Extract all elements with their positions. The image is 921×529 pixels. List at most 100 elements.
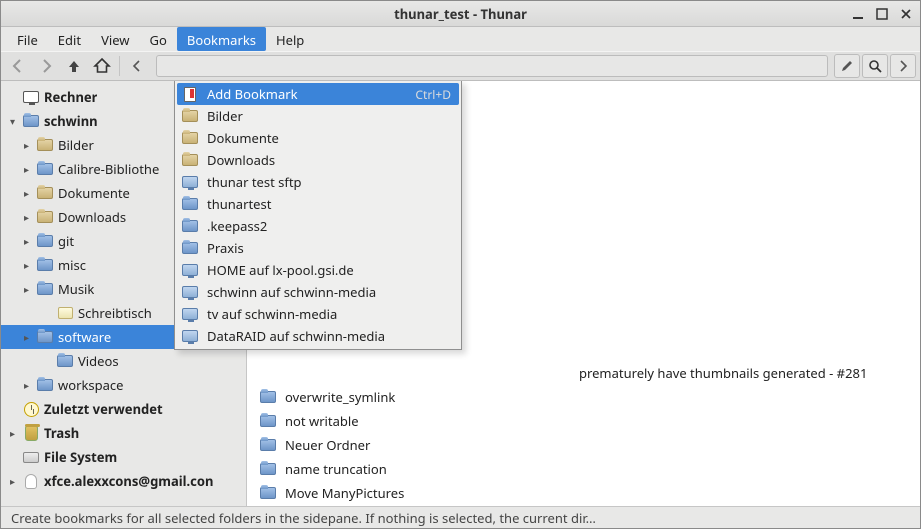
bookmark-menu-item-label: Praxis <box>207 239 451 257</box>
statusbar-text: Create bookmarks for all selected folder… <box>11 509 596 527</box>
go-up-button[interactable] <box>61 54 87 78</box>
file-row[interactable]: name truncation <box>247 457 920 481</box>
search-icon <box>868 59 882 73</box>
bookmark-menu-item[interactable]: Dokumente <box>177 127 459 149</box>
tree-node[interactable]: ▸Zuletzt verwendet <box>1 397 246 421</box>
minimize-button[interactable] <box>850 6 866 22</box>
go-home-icon <box>93 57 111 75</box>
file-row-label: Neuer Ordner <box>285 436 370 454</box>
tree-node-label: Schreibtisch <box>78 304 152 322</box>
chevron-right-icon[interactable]: ▸ <box>21 162 32 176</box>
go-forward-button[interactable] <box>33 54 59 78</box>
folder-blue-icon <box>259 484 277 502</box>
chevron-right-icon[interactable]: ▸ <box>21 138 32 152</box>
file-row-label: prematurely have thumbnails generated - … <box>259 364 867 382</box>
folder-blue-icon <box>36 160 54 178</box>
chevron-right-icon[interactable]: ▸ <box>21 282 32 296</box>
folder-blue-icon <box>259 412 277 430</box>
bookmark-new-icon <box>181 85 199 103</box>
folder-tan-icon <box>181 151 199 169</box>
tree-node-label: schwinn <box>44 112 98 130</box>
chevron-left-icon <box>132 60 142 72</box>
tree-node-label: Dokumente <box>58 184 130 202</box>
bookmark-menu-item[interactable]: Praxis <box>177 237 459 259</box>
tree-node[interactable]: ▸ xfce.alexxcons@gmail.con <box>1 469 246 493</box>
tree-node-label: misc <box>58 256 86 274</box>
search-button[interactable] <box>862 54 888 78</box>
folder-blue-icon <box>36 280 54 298</box>
folder-blue-icon <box>36 232 54 250</box>
chevron-right-icon[interactable]: ▸ <box>21 330 32 344</box>
maximize-button[interactable] <box>874 6 890 22</box>
file-row-label: overwrite_symlink <box>285 388 395 406</box>
file-row[interactable]: Move ManyPictures <box>247 481 920 505</box>
bookmark-menu-item-label: tv auf schwinn-media <box>207 305 451 323</box>
network-icon <box>181 305 199 323</box>
file-row-label: not writable <box>285 412 359 430</box>
titlebar: thunar_test - Thunar <box>1 1 920 27</box>
tree-node-label: Zuletzt verwendet <box>44 400 163 418</box>
ghost-icon <box>22 472 40 490</box>
chevron-down-icon[interactable]: ▾ <box>7 114 18 128</box>
path-next-button[interactable] <box>890 54 916 78</box>
desktop-icon <box>56 304 74 322</box>
bookmark-menu-item[interactable]: HOME auf lx-pool.gsi.de <box>177 259 459 281</box>
toolbar <box>1 51 920 81</box>
bookmark-menu-item[interactable]: schwinn auf schwinn-media <box>177 281 459 303</box>
folder-blue-icon <box>259 388 277 406</box>
tree-node[interactable]: ▸Videos <box>1 349 246 373</box>
file-row-label: Move ManyPictures <box>285 484 404 502</box>
close-button[interactable] <box>898 6 914 22</box>
menu-view[interactable]: View <box>91 27 139 51</box>
edit-path-button[interactable] <box>834 54 860 78</box>
bookmark-menu-item[interactable]: thunar test sftp <box>177 171 459 193</box>
location-bar[interactable] <box>156 55 828 77</box>
chevron-right-icon[interactable]: ▸ <box>21 234 32 248</box>
file-row[interactable]: Neuer Ordner <box>247 433 920 457</box>
bookmark-menu-item[interactable]: DataRAID auf schwinn-media <box>177 325 459 347</box>
clock-icon <box>22 400 40 418</box>
menu-edit[interactable]: Edit <box>48 27 91 51</box>
menu-go[interactable]: Go <box>140 27 177 51</box>
folder-blue-icon <box>56 352 74 370</box>
file-row[interactable]: not writable <box>247 409 920 433</box>
file-row-partial[interactable]: prematurely have thumbnails generated - … <box>247 361 920 385</box>
menu-accelerator: Ctrl+D <box>415 86 451 103</box>
path-prev-button[interactable] <box>124 54 150 78</box>
network-icon <box>181 283 199 301</box>
window-title: thunar_test - Thunar <box>394 5 527 23</box>
menu-bookmarks[interactable]: Bookmarks <box>177 27 266 51</box>
folder-blue-icon <box>36 256 54 274</box>
bookmark-menu-item[interactable]: tv auf schwinn-media <box>177 303 459 325</box>
bookmark-menu-item[interactable]: .keepass2 <box>177 215 459 237</box>
file-row-label: name truncation <box>285 460 387 478</box>
file-row[interactable]: overwrite_symlink <box>247 385 920 409</box>
chevron-right-icon[interactable]: ▸ <box>7 426 18 440</box>
chevron-right-icon[interactable]: ▸ <box>21 210 32 224</box>
menu-file[interactable]: File <box>7 27 48 51</box>
tree-node[interactable]: ▸workspace <box>1 373 246 397</box>
tree-node-label: xfce.alexxcons@gmail.con <box>44 472 213 490</box>
chevron-right-icon[interactable]: ▸ <box>21 186 32 200</box>
chevron-right-icon[interactable]: ▸ <box>21 258 32 272</box>
bookmark-menu-item[interactable]: thunartest <box>177 193 459 215</box>
go-back-button[interactable] <box>5 54 31 78</box>
tree-node-label: Rechner <box>44 88 97 106</box>
tree-node[interactable]: ▸Trash <box>1 421 246 445</box>
folder-tan-icon <box>36 136 54 154</box>
bookmark-menu-item[interactable]: Bilder <box>177 105 459 127</box>
menu-help[interactable]: Help <box>266 27 314 51</box>
bookmark-menu-item[interactable]: Downloads <box>177 149 459 171</box>
bookmark-menu-item[interactable]: Add BookmarkCtrl+D <box>177 83 459 105</box>
go-home-button[interactable] <box>89 54 115 78</box>
window-controls <box>850 6 914 22</box>
bookmarks-dropdown: Add BookmarkCtrl+DBilderDokumenteDownloa… <box>174 81 462 350</box>
tree-node[interactable]: ▸File System <box>1 445 246 469</box>
folder-tan-icon <box>181 107 199 125</box>
folder-tan-icon <box>36 208 54 226</box>
chevron-right-icon[interactable]: ▸ <box>7 474 18 488</box>
chevron-right-icon[interactable]: ▸ <box>21 378 32 392</box>
body: ▸Rechner▾schwinn▸Bilder▸Calibre-Biblioth… <box>1 81 920 506</box>
tree-node-label: software <box>58 328 111 346</box>
folder-tan-icon <box>181 129 199 147</box>
